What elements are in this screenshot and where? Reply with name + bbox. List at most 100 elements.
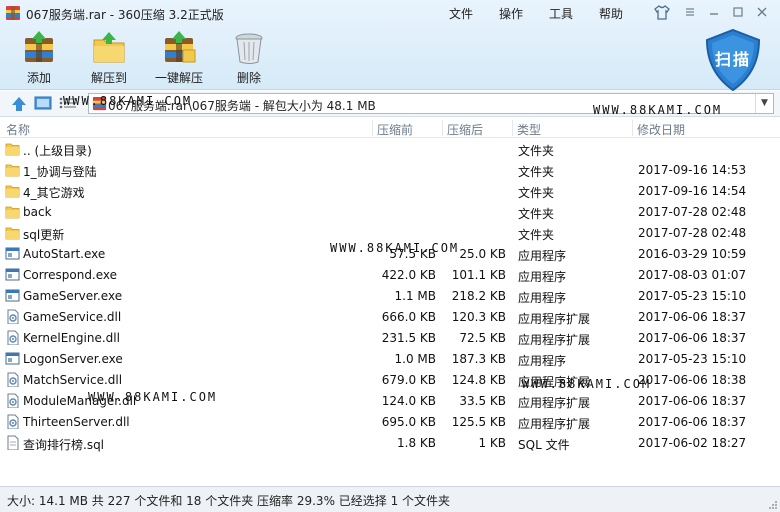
- up-arrow-icon[interactable]: [10, 95, 28, 113]
- file-row[interactable]: ThirteenServer.dll 695.0 KB 125.5 KB 应用程序扩展…: [0, 412, 780, 433]
- file-name: GameServer.exe: [23, 289, 123, 303]
- file-size: 422.0 KB: [381, 268, 436, 282]
- column-divider[interactable]: [442, 120, 443, 136]
- watermark-text: WWW.88KAMI.COM: [522, 377, 652, 391]
- file-size: 1.8 KB: [397, 436, 436, 450]
- menu-file[interactable]: 文件: [449, 5, 473, 22]
- watermark-text: WWW.88KAMI.COM: [330, 241, 460, 255]
- scan-button[interactable]: 扫描: [703, 28, 763, 92]
- column-modified[interactable]: 修改日期: [637, 121, 685, 138]
- file-row[interactable]: LogonServer.exe 1.0 MB 187.3 KB 应用程序 2017-05…: [0, 349, 780, 370]
- file-modified: 2016-03-29 10:59: [638, 247, 747, 261]
- watermark-text: WWW.88KAMI.COM: [63, 94, 193, 108]
- file-name: 4_其它游戏: [23, 186, 85, 200]
- extract-to-button[interactable]: 解压到: [76, 30, 142, 86]
- file-row[interactable]: GameService.dll 666.0 KB 120.3 KB 应用程序扩展 201…: [0, 307, 780, 328]
- file-modified: 2017-06-06 18:37: [638, 310, 747, 324]
- exe-icon: [5, 289, 20, 302]
- status-bar: 大小: 14.1 MB 共 227 个文件和 18 个文件夹 压缩率 29.3%…: [0, 486, 780, 512]
- file-type: 应用程序: [518, 270, 567, 284]
- file-name: back: [23, 205, 52, 219]
- file-packed-size: 33.5 KB: [459, 394, 506, 408]
- file-packed-size: 25.0 KB: [459, 247, 506, 261]
- add-label: 添加: [26, 71, 51, 85]
- file-row[interactable]: GameServer.exe 1.1 MB 218.2 KB 应用程序 2017-05-…: [0, 286, 780, 307]
- file-size: 666.0 KB: [381, 310, 436, 324]
- column-size[interactable]: 压缩前: [377, 121, 413, 138]
- file-name: sql更新: [23, 228, 65, 242]
- file-type: 文件夹: [518, 207, 555, 221]
- scan-label: 扫描: [714, 50, 751, 69]
- window-title: 067服务端.rar - 360压缩 3.2正式版: [26, 8, 224, 22]
- file-packed-size: 120.3 KB: [451, 310, 506, 324]
- one-click-extract-button[interactable]: 一键解压: [146, 30, 212, 86]
- close-icon: [757, 7, 767, 17]
- file-row[interactable]: back 文件夹 2017-07-28 02:48: [0, 202, 780, 223]
- minimize-button[interactable]: [705, 4, 723, 20]
- file-packed-size: 124.8 KB: [451, 373, 506, 387]
- folder-icon: [5, 206, 20, 219]
- file-row[interactable]: 1_协调与登陆 文件夹 2017-09-16 14:53: [0, 160, 780, 181]
- column-packed[interactable]: 压缩后: [447, 121, 483, 138]
- delete-button[interactable]: 删除: [216, 30, 282, 86]
- minimize-icon: [710, 13, 718, 15]
- file-modified: 2017-06-06 18:37: [638, 415, 747, 429]
- archive-app-icon: [6, 6, 20, 20]
- sql-file-icon: [7, 435, 19, 450]
- file-packed-size: 101.1 KB: [451, 268, 506, 282]
- path-dropdown-button[interactable]: ▼: [755, 94, 773, 113]
- file-row[interactable]: 4_其它游戏 文件夹 2017-09-16 14:54: [0, 181, 780, 202]
- maximize-button[interactable]: [729, 4, 747, 20]
- folder-icon: [5, 227, 20, 240]
- resize-grip-icon[interactable]: [768, 500, 778, 510]
- file-name: .. (上级目录): [23, 144, 92, 158]
- file-type: 应用程序扩展: [518, 312, 591, 326]
- file-name: LogonServer.exe: [23, 352, 123, 366]
- file-packed-size: 125.5 KB: [451, 415, 506, 429]
- menu-help[interactable]: 帮助: [599, 5, 623, 22]
- file-name: Correspond.exe: [23, 268, 118, 282]
- file-modified: 2017-09-16 14:54: [638, 184, 747, 198]
- column-name[interactable]: 名称: [6, 121, 30, 138]
- file-row[interactable]: MatchService.dll 679.0 KB 124.8 KB 应用程序扩展 20…: [0, 370, 780, 391]
- watermark-text: WWW.88KAMI.COM: [593, 103, 723, 117]
- column-divider[interactable]: [512, 120, 513, 136]
- status-text: 大小: 14.1 MB 共 227 个文件和 18 个文件夹 压缩率 29.3%…: [7, 494, 451, 508]
- file-row[interactable]: .. (上级目录) 文件夹: [0, 139, 780, 160]
- file-modified: 2017-06-06 18:37: [638, 394, 747, 408]
- add-archive-icon: [25, 31, 53, 62]
- file-size: 695.0 KB: [381, 415, 436, 429]
- column-divider[interactable]: [632, 120, 633, 136]
- file-size: 231.5 KB: [381, 331, 436, 345]
- file-type: 应用程序: [518, 354, 567, 368]
- file-row[interactable]: 查询排行榜.sql 1.8 KB 1 KB SQL 文件 2017-06-02 18:2…: [0, 433, 780, 454]
- column-type[interactable]: 类型: [517, 121, 541, 138]
- file-row[interactable]: KernelEngine.dll 231.5 KB 72.5 KB 应用程序扩展 201…: [0, 328, 780, 349]
- file-modified: 2017-06-06 18:38: [638, 373, 747, 387]
- file-type: 文件夹: [518, 228, 555, 242]
- extract-to-label: 解压到: [90, 71, 127, 85]
- menu-dropdown-button[interactable]: [681, 4, 699, 20]
- column-divider[interactable]: [372, 120, 373, 136]
- file-modified: 2017-07-28 02:48: [638, 205, 747, 219]
- file-size: 679.0 KB: [381, 373, 436, 387]
- window-chrome: 067服务端.rar - 360压缩 3.2正式版 文件 操作 工具 帮助 添加…: [0, 0, 780, 92]
- file-type: 应用程序扩展: [518, 396, 591, 410]
- file-type: 文件夹: [518, 186, 555, 200]
- dll-icon: [7, 414, 19, 429]
- maximize-icon: [733, 7, 743, 17]
- skin-shirt-icon[interactable]: [654, 5, 670, 20]
- column-header-row: 名称 压缩前 压缩后 类型 修改日期: [0, 118, 780, 138]
- file-row[interactable]: Correspond.exe 422.0 KB 101.1 KB 应用程序 2017-0…: [0, 265, 780, 286]
- menu-tools[interactable]: 工具: [549, 5, 573, 22]
- dll-icon: [7, 372, 19, 387]
- file-type: 应用程序: [518, 249, 567, 263]
- file-name: GameService.dll: [23, 310, 122, 324]
- file-size: 1.0 MB: [394, 352, 436, 366]
- add-button[interactable]: 添加: [6, 30, 72, 86]
- file-type: 应用程序: [518, 291, 567, 305]
- view-icon[interactable]: [34, 95, 52, 111]
- menu-operation[interactable]: 操作: [499, 5, 523, 22]
- close-button[interactable]: [753, 4, 771, 20]
- delete-label: 删除: [236, 71, 261, 85]
